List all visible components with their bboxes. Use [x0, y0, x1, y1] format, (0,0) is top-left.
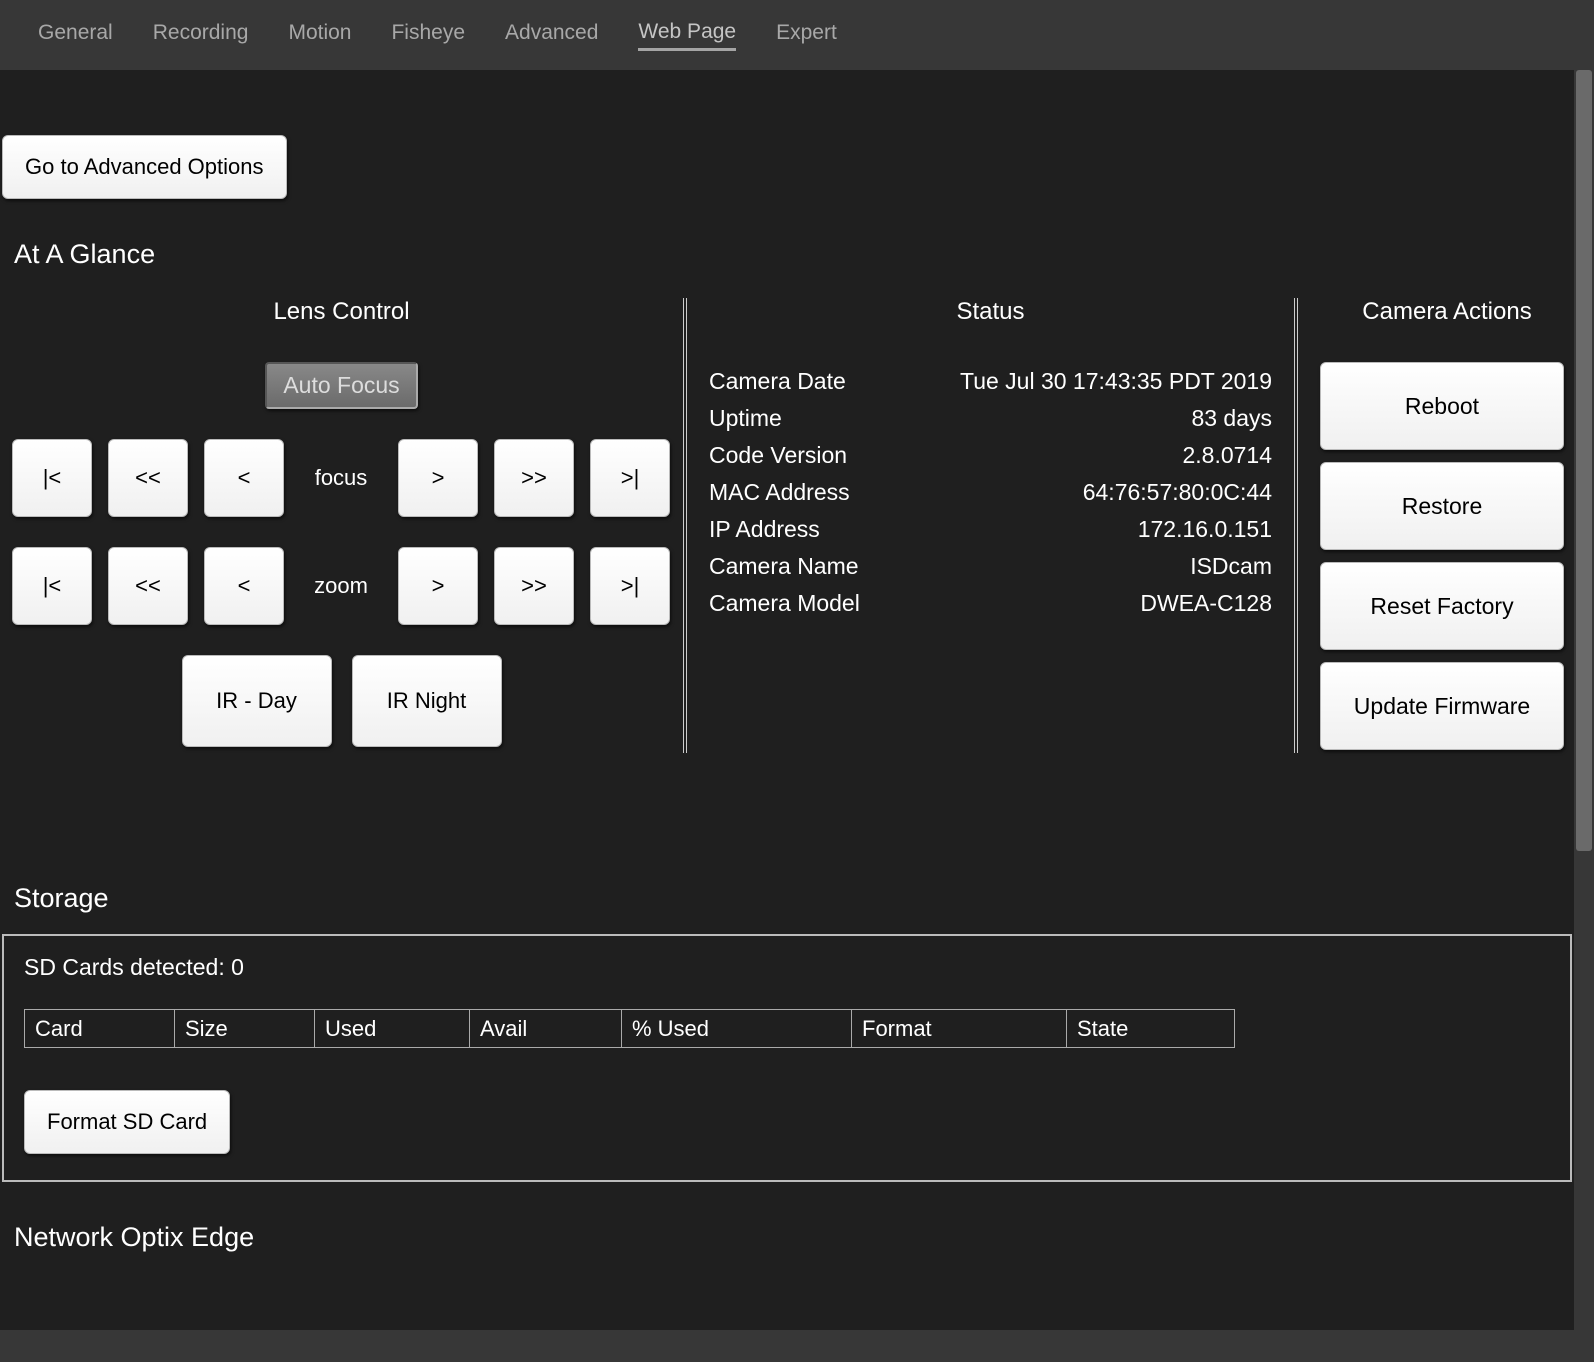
status-value: 2.8.0714: [895, 438, 1274, 473]
vertical-scrollbar[interactable]: [1574, 70, 1594, 1330]
zoom-first-button[interactable]: |<: [12, 547, 92, 625]
tab-general[interactable]: General: [38, 21, 113, 49]
zoom-row: |< << < zoom > >> >|: [0, 547, 683, 625]
zoom-forward-button[interactable]: >>: [494, 547, 574, 625]
update-firmware-button[interactable]: Update Firmware: [1320, 662, 1564, 750]
auto-focus-button[interactable]: Auto Focus: [265, 362, 417, 409]
tab-web-page[interactable]: Web Page: [638, 20, 736, 51]
status-title: Status: [705, 298, 1276, 326]
format-sd-card-button[interactable]: Format SD Card: [24, 1090, 230, 1154]
focus-first-button[interactable]: |<: [12, 439, 92, 517]
focus-prev-button[interactable]: <: [204, 439, 284, 517]
actions-col: Camera Actions Reboot Restore Reset Fact…: [1298, 298, 1574, 753]
table-row: MAC Address64:76:57:80:0C:44: [707, 475, 1274, 510]
reset-factory-button[interactable]: Reset Factory: [1320, 562, 1564, 650]
sd-detected-text: SD Cards detected: 0: [24, 954, 1550, 981]
reboot-button[interactable]: Reboot: [1320, 362, 1564, 450]
table-row: Camera DateTue Jul 30 17:43:35 PDT 2019: [707, 364, 1274, 399]
network-optix-edge-heading: Network Optix Edge: [14, 1222, 1574, 1253]
tab-motion[interactable]: Motion: [288, 21, 351, 49]
scrollbar-thumb[interactable]: [1576, 70, 1592, 851]
status-key: MAC Address: [707, 475, 893, 510]
focus-row: |< << < focus > >> >|: [0, 439, 683, 517]
status-table: Camera DateTue Jul 30 17:43:35 PDT 2019 …: [705, 362, 1276, 623]
table-row: IP Address172.16.0.151: [707, 512, 1274, 547]
col-state: State: [1067, 1010, 1235, 1048]
ir-day-button[interactable]: IR - Day: [182, 655, 332, 747]
status-value: ISDcam: [895, 549, 1274, 584]
at-a-glance-heading: At A Glance: [14, 239, 1574, 270]
tab-bar: General Recording Motion Fisheye Advance…: [0, 0, 1594, 70]
status-key: Camera Model: [707, 586, 893, 621]
zoom-label: zoom: [300, 573, 382, 599]
status-value: 83 days: [895, 401, 1274, 436]
col-pct-used: % Used: [622, 1010, 852, 1048]
sd-detected-label: SD Cards detected:: [24, 954, 231, 980]
table-row: Uptime83 days: [707, 401, 1274, 436]
bottom-strip: [0, 1330, 1594, 1362]
status-key: Camera Date: [707, 364, 893, 399]
zoom-last-button[interactable]: >|: [590, 547, 670, 625]
tab-fisheye[interactable]: Fisheye: [391, 21, 465, 49]
status-value: 64:76:57:80:0C:44: [895, 475, 1274, 510]
table-header-row: Card Size Used Avail % Used Format State: [25, 1010, 1235, 1048]
storage-heading: Storage: [14, 883, 1574, 914]
focus-forward-button[interactable]: >>: [494, 439, 574, 517]
col-avail: Avail: [470, 1010, 622, 1048]
lens-control-col: Lens Control Auto Focus |< << < focus > …: [0, 298, 683, 753]
storage-panel: SD Cards detected: 0 Card Size Used Avai…: [2, 934, 1572, 1182]
actions-title: Camera Actions: [1320, 298, 1574, 326]
sd-table: Card Size Used Avail % Used Format State: [24, 1009, 1235, 1048]
status-key: Code Version: [707, 438, 893, 473]
zoom-rewind-button[interactable]: <<: [108, 547, 188, 625]
zoom-next-button[interactable]: >: [398, 547, 478, 625]
tab-recording[interactable]: Recording: [153, 21, 249, 49]
tab-expert[interactable]: Expert: [776, 21, 837, 49]
status-value: DWEA-C128: [895, 586, 1274, 621]
glance-columns: Lens Control Auto Focus |< << < focus > …: [0, 298, 1574, 753]
col-card: Card: [25, 1010, 175, 1048]
col-used: Used: [315, 1010, 470, 1048]
status-col: Status Camera DateTue Jul 30 17:43:35 PD…: [683, 298, 1298, 753]
status-value: 172.16.0.151: [895, 512, 1274, 547]
col-format: Format: [852, 1010, 1067, 1048]
focus-next-button[interactable]: >: [398, 439, 478, 517]
zoom-prev-button[interactable]: <: [204, 547, 284, 625]
tab-advanced[interactable]: Advanced: [505, 21, 598, 49]
focus-last-button[interactable]: >|: [590, 439, 670, 517]
table-row: Code Version2.8.0714: [707, 438, 1274, 473]
lens-control-title: Lens Control: [0, 298, 683, 326]
table-row: Camera NameISDcam: [707, 549, 1274, 584]
focus-rewind-button[interactable]: <<: [108, 439, 188, 517]
status-key: Camera Name: [707, 549, 893, 584]
table-row: Camera ModelDWEA-C128: [707, 586, 1274, 621]
status-key: IP Address: [707, 512, 893, 547]
restore-button[interactable]: Restore: [1320, 462, 1564, 550]
ir-row: IR - Day IR Night: [0, 655, 683, 747]
go-to-advanced-button[interactable]: Go to Advanced Options: [2, 135, 287, 199]
sd-detected-count: 0: [231, 954, 244, 980]
ir-night-button[interactable]: IR Night: [352, 655, 502, 747]
focus-label: focus: [300, 465, 382, 491]
col-size: Size: [175, 1010, 315, 1048]
status-key: Uptime: [707, 401, 893, 436]
status-value: Tue Jul 30 17:43:35 PDT 2019: [895, 364, 1274, 399]
